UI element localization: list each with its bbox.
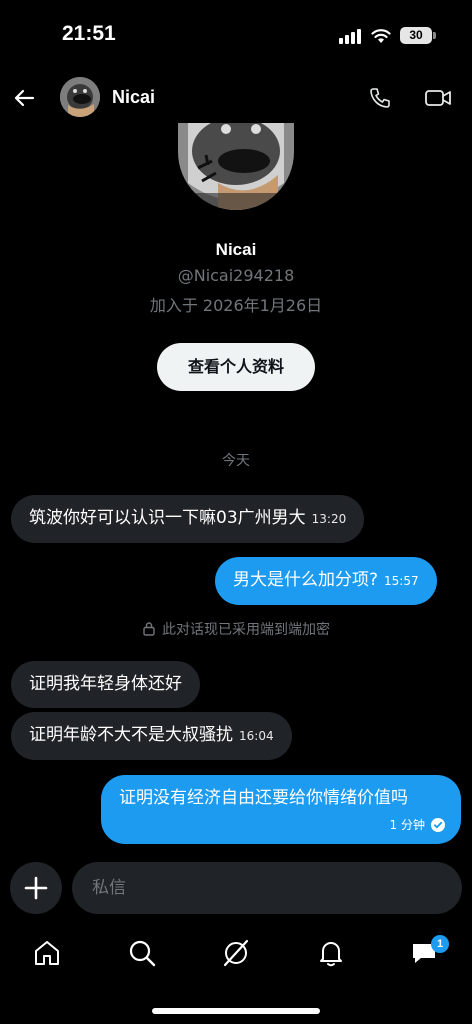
read-check-icon [431,817,445,832]
message-input[interactable]: 私信 [72,862,462,914]
message-text: 男大是什么加分项? [233,570,379,590]
home-indicator [152,1008,320,1014]
message-timestamp: 13:20 [311,512,347,526]
message-timestamp: 1 分钟 [389,818,425,832]
message-bubble-incoming[interactable]: 证明我年轻身体还好 [11,661,200,708]
video-call-icon[interactable] [424,86,452,110]
battery-tip [433,32,436,39]
wifi-icon [371,29,391,43]
lock-icon [143,622,155,636]
phone-call-icon[interactable] [368,86,392,110]
message-bubble-incoming[interactable]: 证明年龄不大不是大叔骚扰 16:04 [11,712,292,760]
back-arrow-icon[interactable] [12,86,36,110]
encryption-notice-text: 此对话现已采用端到端加密 [162,622,330,638]
grok-icon[interactable] [221,938,251,968]
message-timestamp: 15:57 [384,574,419,588]
notifications-bell-icon[interactable] [316,938,346,968]
message-meta: 1 分钟 [390,816,445,833]
message-timestamp: 16:04 [239,729,274,743]
add-attachment-button[interactable] [10,862,62,914]
home-icon[interactable] [32,938,62,968]
header-name[interactable]: Nicai [112,87,155,108]
encryption-notice: 此对话现已采用端到端加密 [0,619,472,639]
search-icon[interactable] [127,938,157,968]
date-separator: 今天 [222,453,250,469]
message-text: 证明我年轻身体还好 [29,674,182,694]
message-text: 证明年龄不大不是大叔骚扰 [29,725,233,745]
status-time: 21:51 [62,22,116,45]
view-profile-button[interactable]: 查看个人资料 [157,343,315,391]
profile-avatar[interactable] [178,123,294,210]
plus-icon [24,876,48,900]
header-avatar[interactable] [60,77,100,117]
message-text: 筑波你好可以认识一下嘛03广州男大 [29,508,306,528]
messages-badge: 1 [431,935,449,953]
profile-handle: @Nicai294218 [177,266,295,285]
battery-indicator: 30 [400,27,432,44]
message-bubble-incoming[interactable]: 筑波你好可以认识一下嘛03广州男大 13:20 [11,495,365,543]
message-text: 证明没有经济自由还要给你情绪价值吗 [119,788,408,808]
profile-joined-date: 加入于 2026年1月26日 [149,296,323,315]
cellular-signal-icon [339,29,361,44]
message-bubble-outgoing[interactable]: 证明没有经济自由还要给你情绪价值吗 1 分钟 [101,775,461,844]
message-bubble-outgoing[interactable]: 男大是什么加分项? 15:57 [215,557,437,605]
profile-name: Nicai [215,240,257,259]
